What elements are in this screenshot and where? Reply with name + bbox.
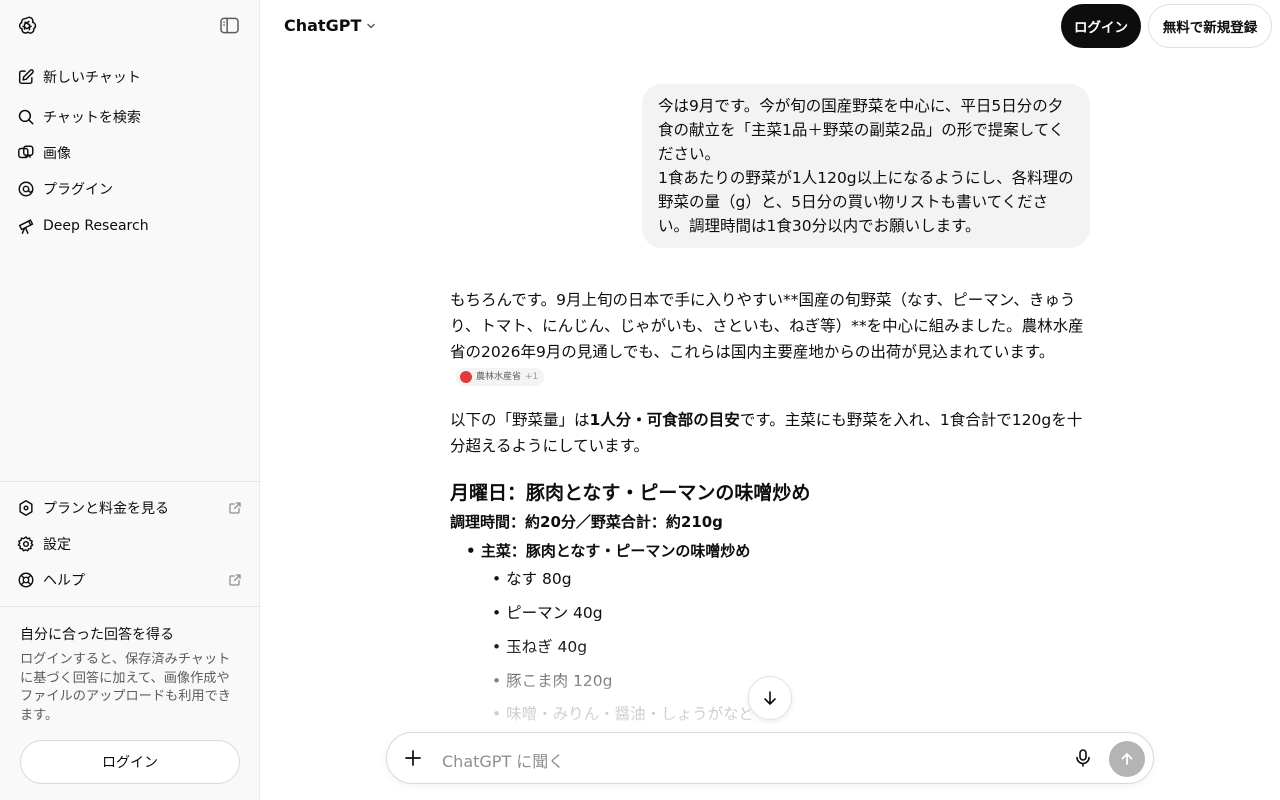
- chevron-down-icon: [367, 23, 376, 29]
- assistant-paragraph: もちろんです。9月上旬の日本で手に入りやすい**国産の旬野菜（なす、ピーマン、き…: [450, 287, 1090, 391]
- sidebar-toggle-icon[interactable]: [220, 17, 239, 34]
- promo-text: ログインすると、保存済みチャットに基づく回答に加えて、画像作成やファイルのアップ…: [20, 652, 231, 723]
- citation-more: +1: [525, 371, 539, 382]
- user-message-line: 今は9月です。今が旬の国産野菜を中心に、平日5日分の夕食の献立を「主菜1品＋野菜…: [658, 97, 1065, 163]
- nav-label: チャットを検索: [43, 110, 141, 126]
- images-button[interactable]: 画像: [8, 136, 252, 170]
- ingredient-text: 豚こま肉 120g: [506, 672, 613, 690]
- user-message-line: 1食あたりの野菜が1人120g以上になるようにし、各料理の野菜の量（g）と、5日…: [658, 169, 1074, 235]
- list-item: • 豚こま肉 120g: [492, 672, 613, 690]
- list-item: • なす 80g: [492, 570, 572, 588]
- bold-text: 1人分・可食部の目安: [589, 411, 740, 429]
- search-chats-button[interactable]: チャットを検索: [8, 100, 252, 134]
- paragraph-text: もちろんです。9月上旬の日本で手に入りやすい**国産の旬野菜（なす、ピーマン、き…: [450, 291, 1084, 361]
- scroll-down-button[interactable]: [748, 676, 792, 720]
- assistant-message: もちろんです。9月上旬の日本で手に入りやすい**国産の旬野菜（なす、ピーマン、き…: [450, 287, 1090, 459]
- source-favicon-icon: [460, 370, 472, 383]
- help-icon: [18, 572, 34, 588]
- help-button[interactable]: ヘルプ: [8, 563, 252, 597]
- nav-label: プランと料金を見る: [43, 501, 169, 517]
- message-composer[interactable]: ChatGPT に聞く: [386, 732, 1154, 784]
- nav-label: 設定: [43, 537, 71, 553]
- nav-label: 画像: [43, 146, 71, 162]
- ingredient-text: 味噌・みりん・醤油・しょうがなど: [506, 705, 755, 723]
- main-dish-label: 主菜：豚肉となす・ピーマンの味噌炒め: [480, 542, 751, 560]
- new-chat-button[interactable]: 新しいチャット: [8, 60, 252, 94]
- send-button[interactable]: [1109, 741, 1145, 777]
- assistant-paragraph: 以下の「野菜量」は1人分・可食部の目安です。主菜にも野菜を入れ、1食合計で120…: [450, 407, 1090, 459]
- edit-icon: [18, 69, 34, 85]
- gear-icon: [17, 536, 34, 552]
- deep-research-button[interactable]: Deep Research: [8, 209, 252, 243]
- external-link-icon: [229, 574, 241, 586]
- login-button[interactable]: ログイン: [1061, 4, 1141, 48]
- nav-label: プラグイン: [43, 182, 113, 198]
- promo-title: 自分に合った回答を得る: [20, 627, 174, 643]
- view-plans-button[interactable]: プランと料金を見る: [8, 491, 252, 525]
- model-name: ChatGPT: [284, 16, 362, 35]
- nav-label: Deep Research: [43, 218, 149, 234]
- user-message: 今は9月です。今が旬の国産野菜を中心に、平日5日分の夕食の献立を「主菜1品＋野菜…: [642, 84, 1090, 248]
- signup-button[interactable]: 無料で新規登録: [1148, 4, 1272, 48]
- composer-input[interactable]: ChatGPT に聞く: [442, 748, 564, 772]
- plus-icon[interactable]: [403, 748, 423, 768]
- citation-source: 農林水産省: [476, 371, 522, 382]
- paragraph-text: 以下の「野菜量」は: [450, 411, 590, 429]
- day-meta: 調理時間：約20分／野菜合計：約210g: [450, 513, 723, 531]
- arrow-down-icon: [764, 691, 776, 705]
- model-selector[interactable]: ChatGPT: [284, 16, 377, 35]
- telescope-icon: [18, 219, 34, 234]
- ingredient-text: 玉ねぎ 40g: [506, 638, 588, 656]
- list-item: • ピーマン 40g: [492, 604, 603, 622]
- microphone-icon[interactable]: [1073, 748, 1093, 768]
- search-icon: [18, 109, 34, 125]
- plan-icon: [19, 500, 33, 516]
- settings-button[interactable]: 設定: [8, 527, 252, 561]
- ingredient-text: なす 80g: [506, 570, 572, 588]
- external-link-icon: [229, 502, 241, 514]
- plugins-button[interactable]: プラグイン: [8, 172, 252, 206]
- list-item: • 主菜：豚肉となす・ピーマンの味噌炒め: [466, 542, 751, 560]
- sidebar-login-button[interactable]: ログイン: [20, 740, 240, 784]
- nav-label: 新しいチャット: [43, 70, 141, 86]
- sidebar-divider: [0, 606, 260, 607]
- sidebar-divider: [0, 481, 260, 482]
- ingredient-text: ピーマン 40g: [506, 604, 603, 622]
- plugin-icon: [18, 181, 34, 197]
- list-item: • 味噌・みりん・醤油・しょうがなど: [492, 705, 755, 723]
- sidebar: 新しいチャット チャットを検索 画像 プラグイン Deep Research プ…: [0, 0, 260, 800]
- citation-badge[interactable]: 農林水産省 +1: [456, 367, 545, 386]
- image-icon: [18, 145, 34, 159]
- nav-label: ヘルプ: [43, 573, 85, 589]
- day-heading: 月曜日：豚肉となす・ピーマンの味噌炒め: [450, 482, 811, 504]
- arrow-up-icon: [1121, 753, 1133, 765]
- list-item: • 玉ねぎ 40g: [492, 638, 588, 656]
- openai-logo-icon[interactable]: [16, 15, 38, 37]
